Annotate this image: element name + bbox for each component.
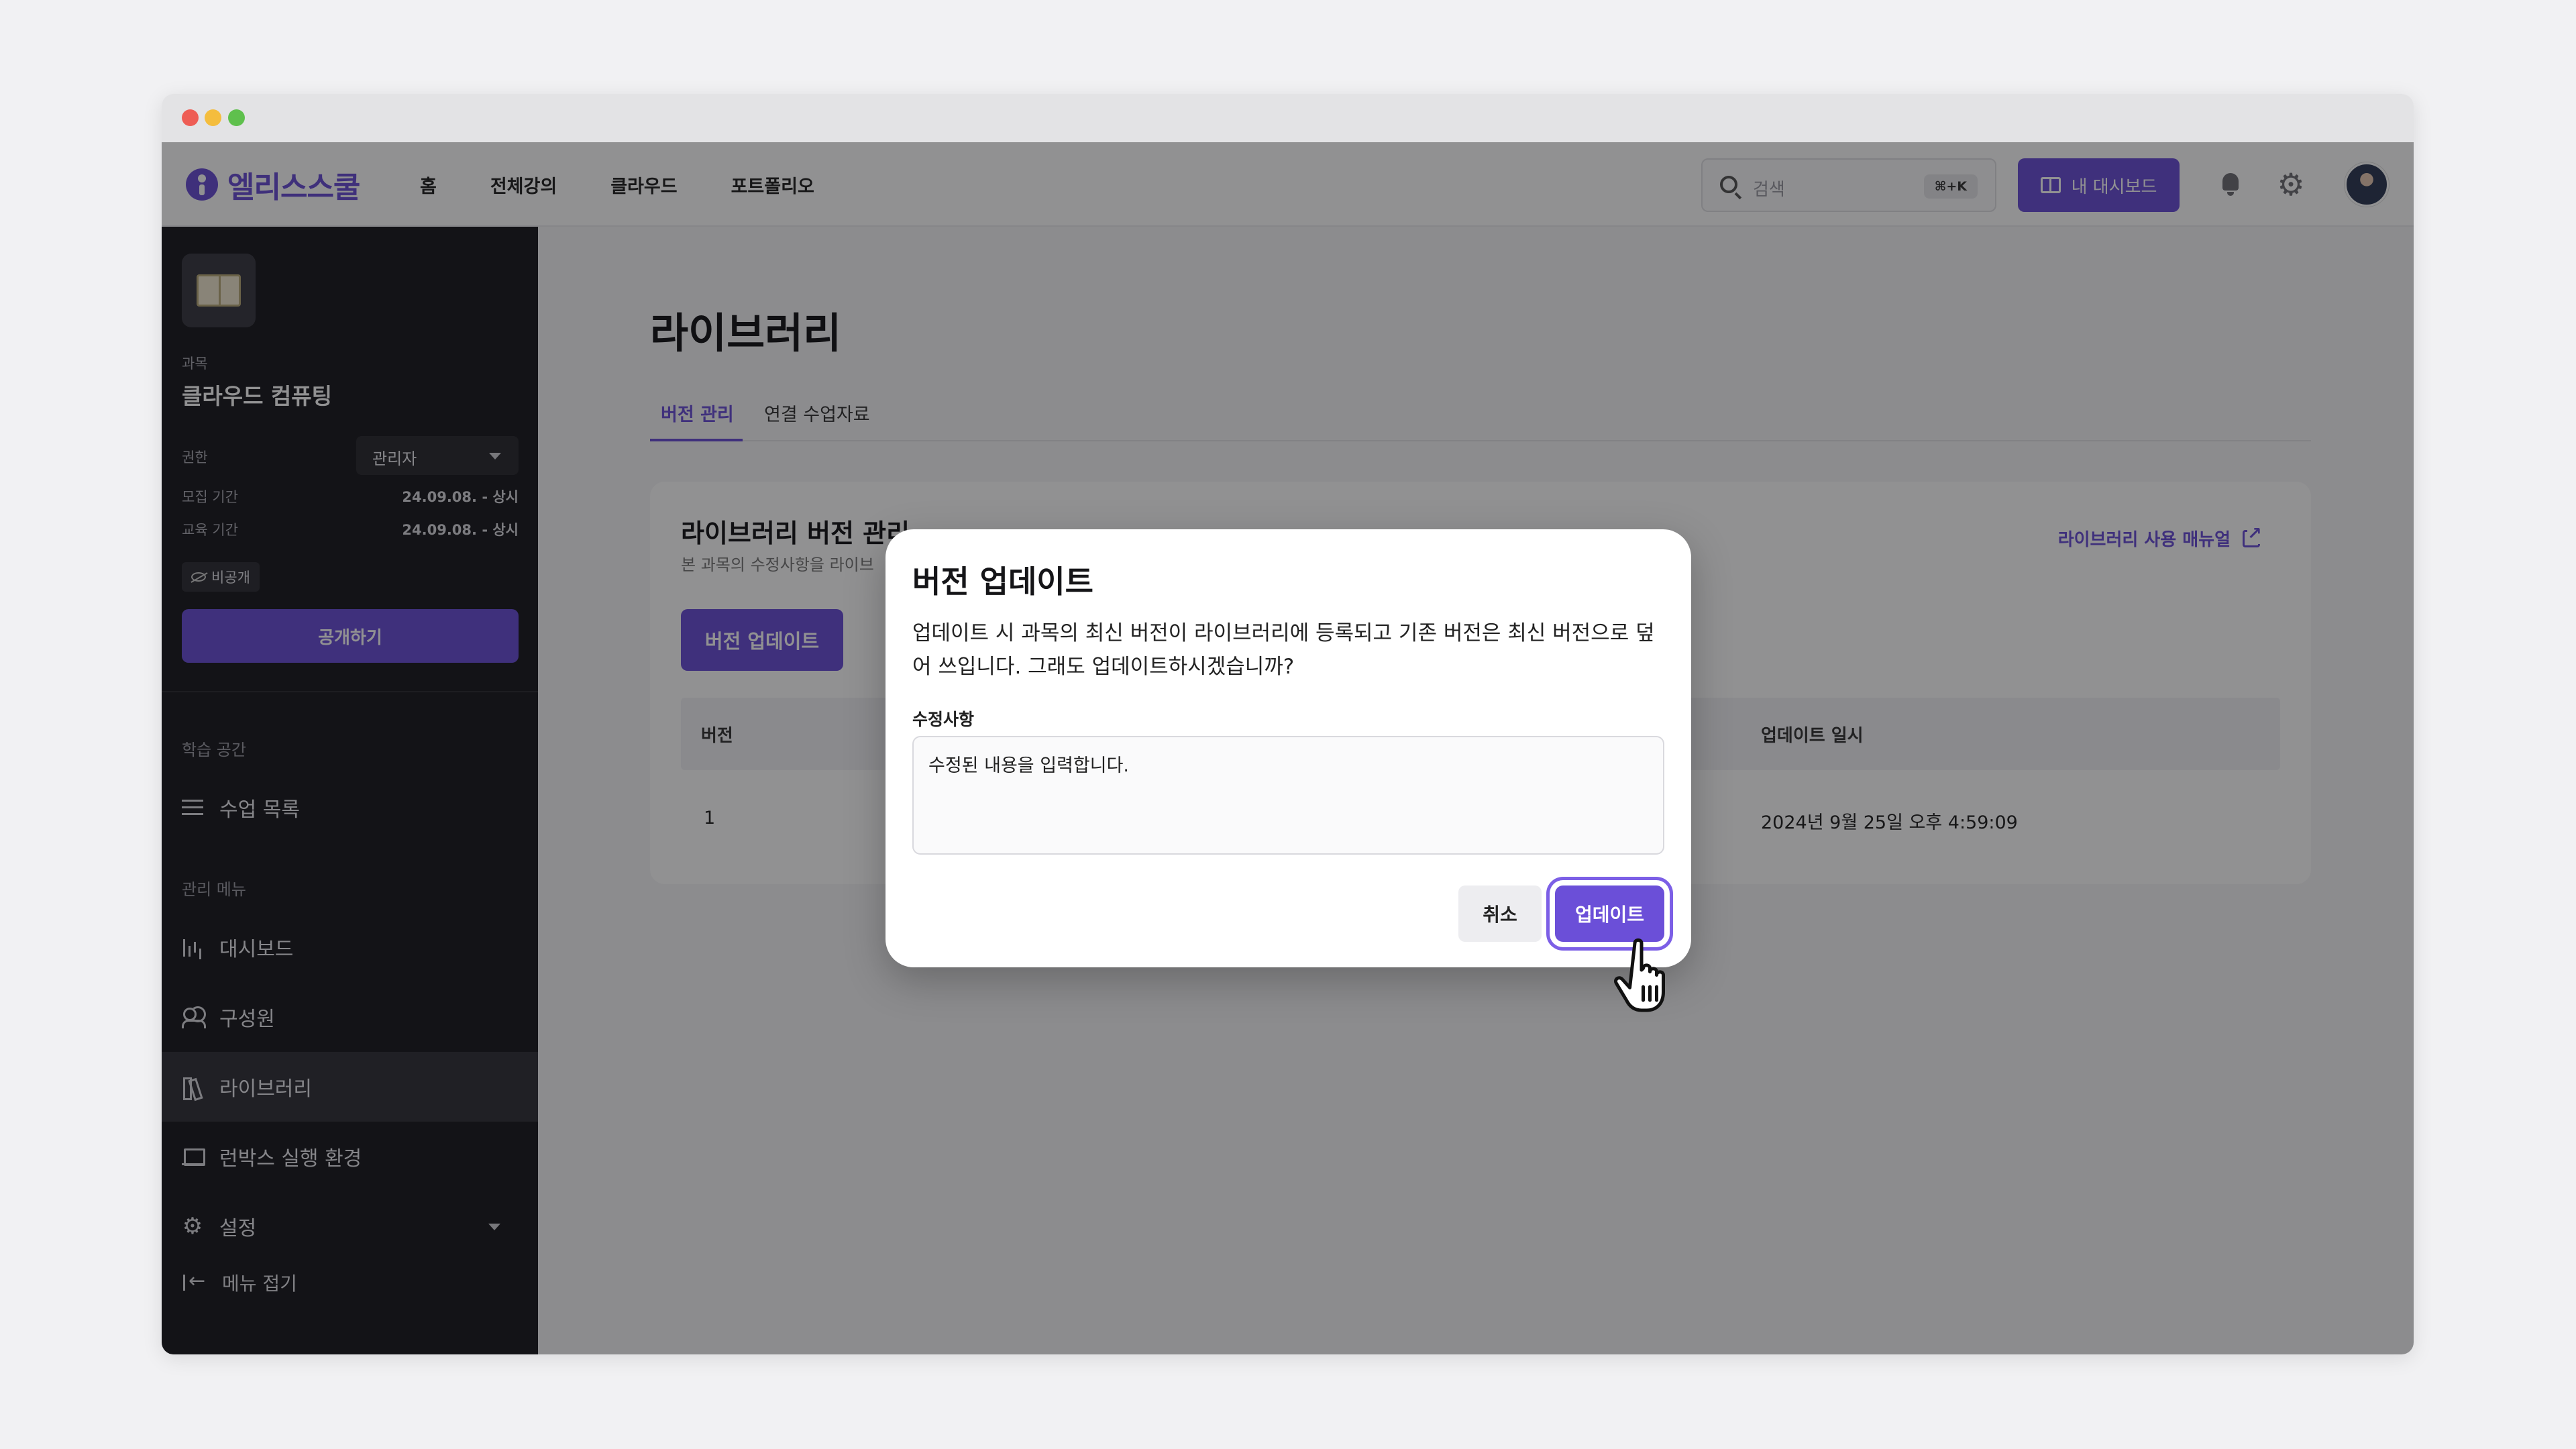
changes-textarea[interactable]: 수정된 내용을 입력합니다. <box>912 736 1664 855</box>
close-window-button[interactable] <box>182 109 199 126</box>
confirm-update-button[interactable]: 업데이트 <box>1555 885 1664 942</box>
version-update-dialog: 버전 업데이트 업데이트 시 과목의 최신 버전이 라이브러리에 등록되고 기존… <box>885 529 1691 967</box>
hand-cursor-icon <box>1614 938 1665 1012</box>
changes-label: 수정사항 <box>912 710 975 729</box>
minimize-window-button[interactable] <box>205 109 221 126</box>
dialog-description: 업데이트 시 과목의 최신 버전이 라이브러리에 등록되고 기존 버전은 최신 … <box>912 621 1655 679</box>
maximize-window-button[interactable] <box>228 109 245 126</box>
window-titlebar <box>162 94 2414 142</box>
cancel-button[interactable]: 취소 <box>1458 885 1542 942</box>
dialog-title: 버전 업데이트 <box>912 564 1093 600</box>
